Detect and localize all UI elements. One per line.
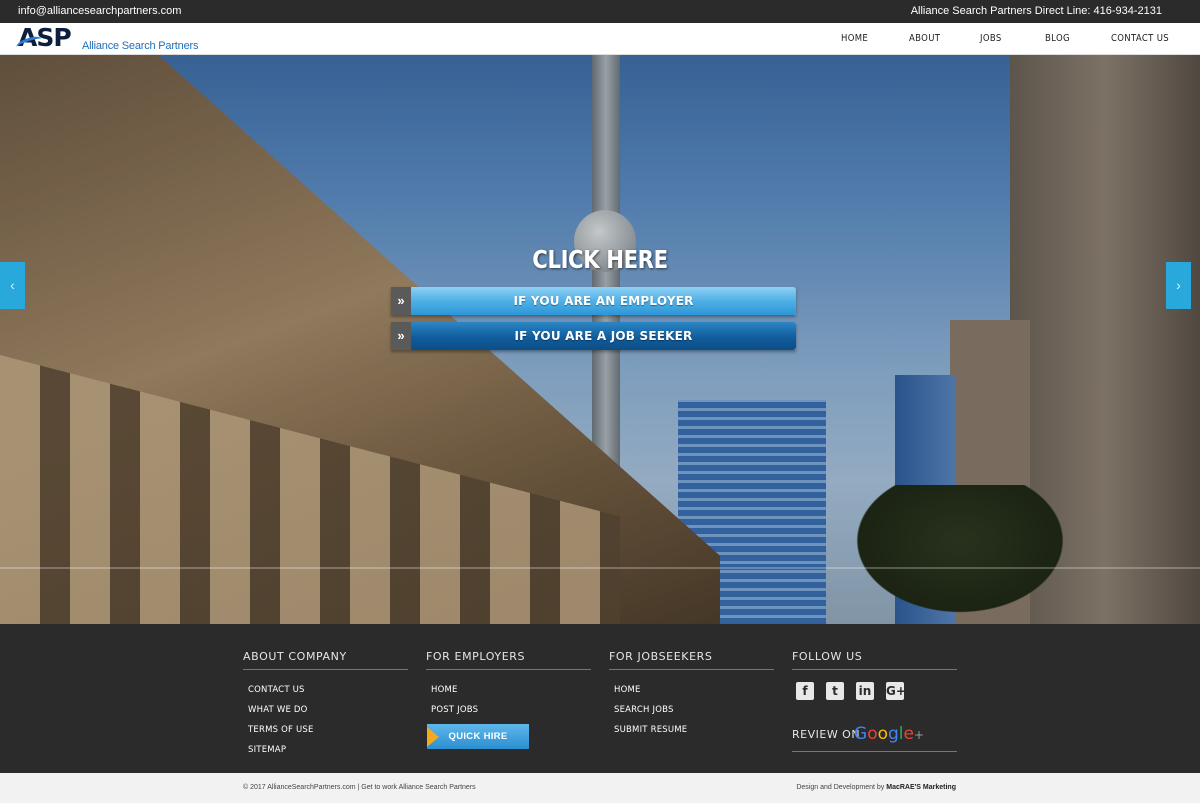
- linkedin-icon[interactable]: in: [856, 682, 874, 700]
- double-chevron-icon: »: [391, 322, 411, 350]
- facebook-icon[interactable]: f: [796, 682, 814, 700]
- chevron-left-icon: ‹: [10, 277, 15, 293]
- quick-hire-button[interactable]: QUICK HIRE: [427, 724, 529, 749]
- google-plus-text: +: [914, 728, 925, 742]
- site-header: ASP Alliance Search Partners HOME ABOUT …: [0, 23, 1200, 55]
- credit-text: Design and Development by MacRAE'S Marke…: [796, 784, 956, 791]
- footer-link-jobseeker-home[interactable]: HOME: [614, 685, 641, 695]
- credit-link[interactable]: MacRAE'S Marketing: [886, 784, 956, 791]
- job-seeker-button[interactable]: » IF YOU ARE A JOB SEEKER: [391, 322, 796, 350]
- hero-slider: ‹ › CLICK HERE » IF YOU ARE AN EMPLOYER …: [0, 55, 1200, 624]
- employer-button-label: IF YOU ARE AN EMPLOYER: [411, 287, 796, 315]
- footer-link-employer-home[interactable]: HOME: [431, 685, 458, 695]
- chevron-right-icon: ›: [1176, 277, 1181, 293]
- top-bar: info@alliancesearchpartners.com Alliance…: [0, 0, 1200, 23]
- footer-follow-title: FOLLOW US: [792, 650, 957, 670]
- review-on-google: REVIEW ON Google+: [792, 724, 957, 752]
- footer-jobseekers-title: FOR JOBSEEKERS: [609, 650, 774, 670]
- site-footer: ABOUT COMPANY CONTACT US WHAT WE DO TERM…: [0, 624, 1200, 773]
- hero-divider: [0, 567, 1200, 569]
- footer-employers-column: FOR EMPLOYERS HOME POST JOBS: [426, 650, 591, 720]
- copyright-text: © 2017 AllianceSearchPartners.com | Get …: [243, 784, 476, 791]
- footer-link-sitemap[interactable]: SITEMAP: [248, 745, 286, 755]
- footer-jobseekers-column: FOR JOBSEEKERS HOME SEARCH JOBS SUBMIT R…: [609, 650, 774, 740]
- footer-link-submit-resume[interactable]: SUBMIT RESUME: [614, 725, 687, 735]
- google-plus-icon[interactable]: G+: [886, 682, 906, 700]
- review-label: REVIEW ON: [792, 728, 861, 741]
- hero-title: CLICK HERE: [532, 245, 668, 274]
- footer-link-what-we-do[interactable]: WHAT WE DO: [248, 705, 308, 715]
- logo-name: Alliance Search Partners: [82, 40, 199, 52]
- credit-prefix: Design and Development by: [796, 784, 887, 791]
- footer-follow-column: FOLLOW US f t in G+: [792, 650, 957, 700]
- nav-blog[interactable]: BLOG: [1045, 33, 1070, 44]
- footer-link-contact-us[interactable]: CONTACT US: [248, 685, 305, 695]
- nav-contact-us[interactable]: CONTACT US: [1111, 33, 1169, 44]
- nav-home[interactable]: HOME: [841, 33, 868, 44]
- direct-line: Alliance Search Partners Direct Line: 41…: [910, 5, 1162, 17]
- job-seeker-button-label: IF YOU ARE A JOB SEEKER: [411, 322, 796, 350]
- logo[interactable]: ASP Alliance Search Partners: [15, 24, 199, 54]
- footer-link-post-jobs[interactable]: POST JOBS: [431, 705, 478, 715]
- bottom-bar: © 2017 AllianceSearchPartners.com | Get …: [0, 773, 1200, 803]
- contact-email[interactable]: info@alliancesearchpartners.com: [18, 5, 181, 17]
- footer-about-title: ABOUT COMPANY: [243, 650, 408, 670]
- nav-about[interactable]: ABOUT: [909, 33, 940, 44]
- google-logo[interactable]: Google+: [854, 724, 924, 744]
- slider-next-button[interactable]: ›: [1166, 262, 1191, 309]
- arrow-right-icon: [427, 727, 439, 747]
- nav-jobs[interactable]: JOBS: [980, 33, 1002, 44]
- footer-about-column: ABOUT COMPANY CONTACT US WHAT WE DO TERM…: [243, 650, 408, 760]
- footer-employers-title: FOR EMPLOYERS: [426, 650, 591, 670]
- logo-mark: ASP: [15, 24, 72, 52]
- quick-hire-label: QUICK HIRE: [448, 731, 508, 742]
- employer-button[interactable]: » IF YOU ARE AN EMPLOYER: [391, 287, 796, 315]
- footer-link-terms[interactable]: TERMS OF USE: [248, 725, 314, 735]
- double-chevron-icon: »: [391, 287, 411, 315]
- footer-link-search-jobs[interactable]: SEARCH JOBS: [614, 705, 674, 715]
- slider-prev-button[interactable]: ‹: [0, 262, 25, 309]
- social-icons: f t in G+: [792, 682, 957, 700]
- twitter-icon[interactable]: t: [826, 682, 844, 700]
